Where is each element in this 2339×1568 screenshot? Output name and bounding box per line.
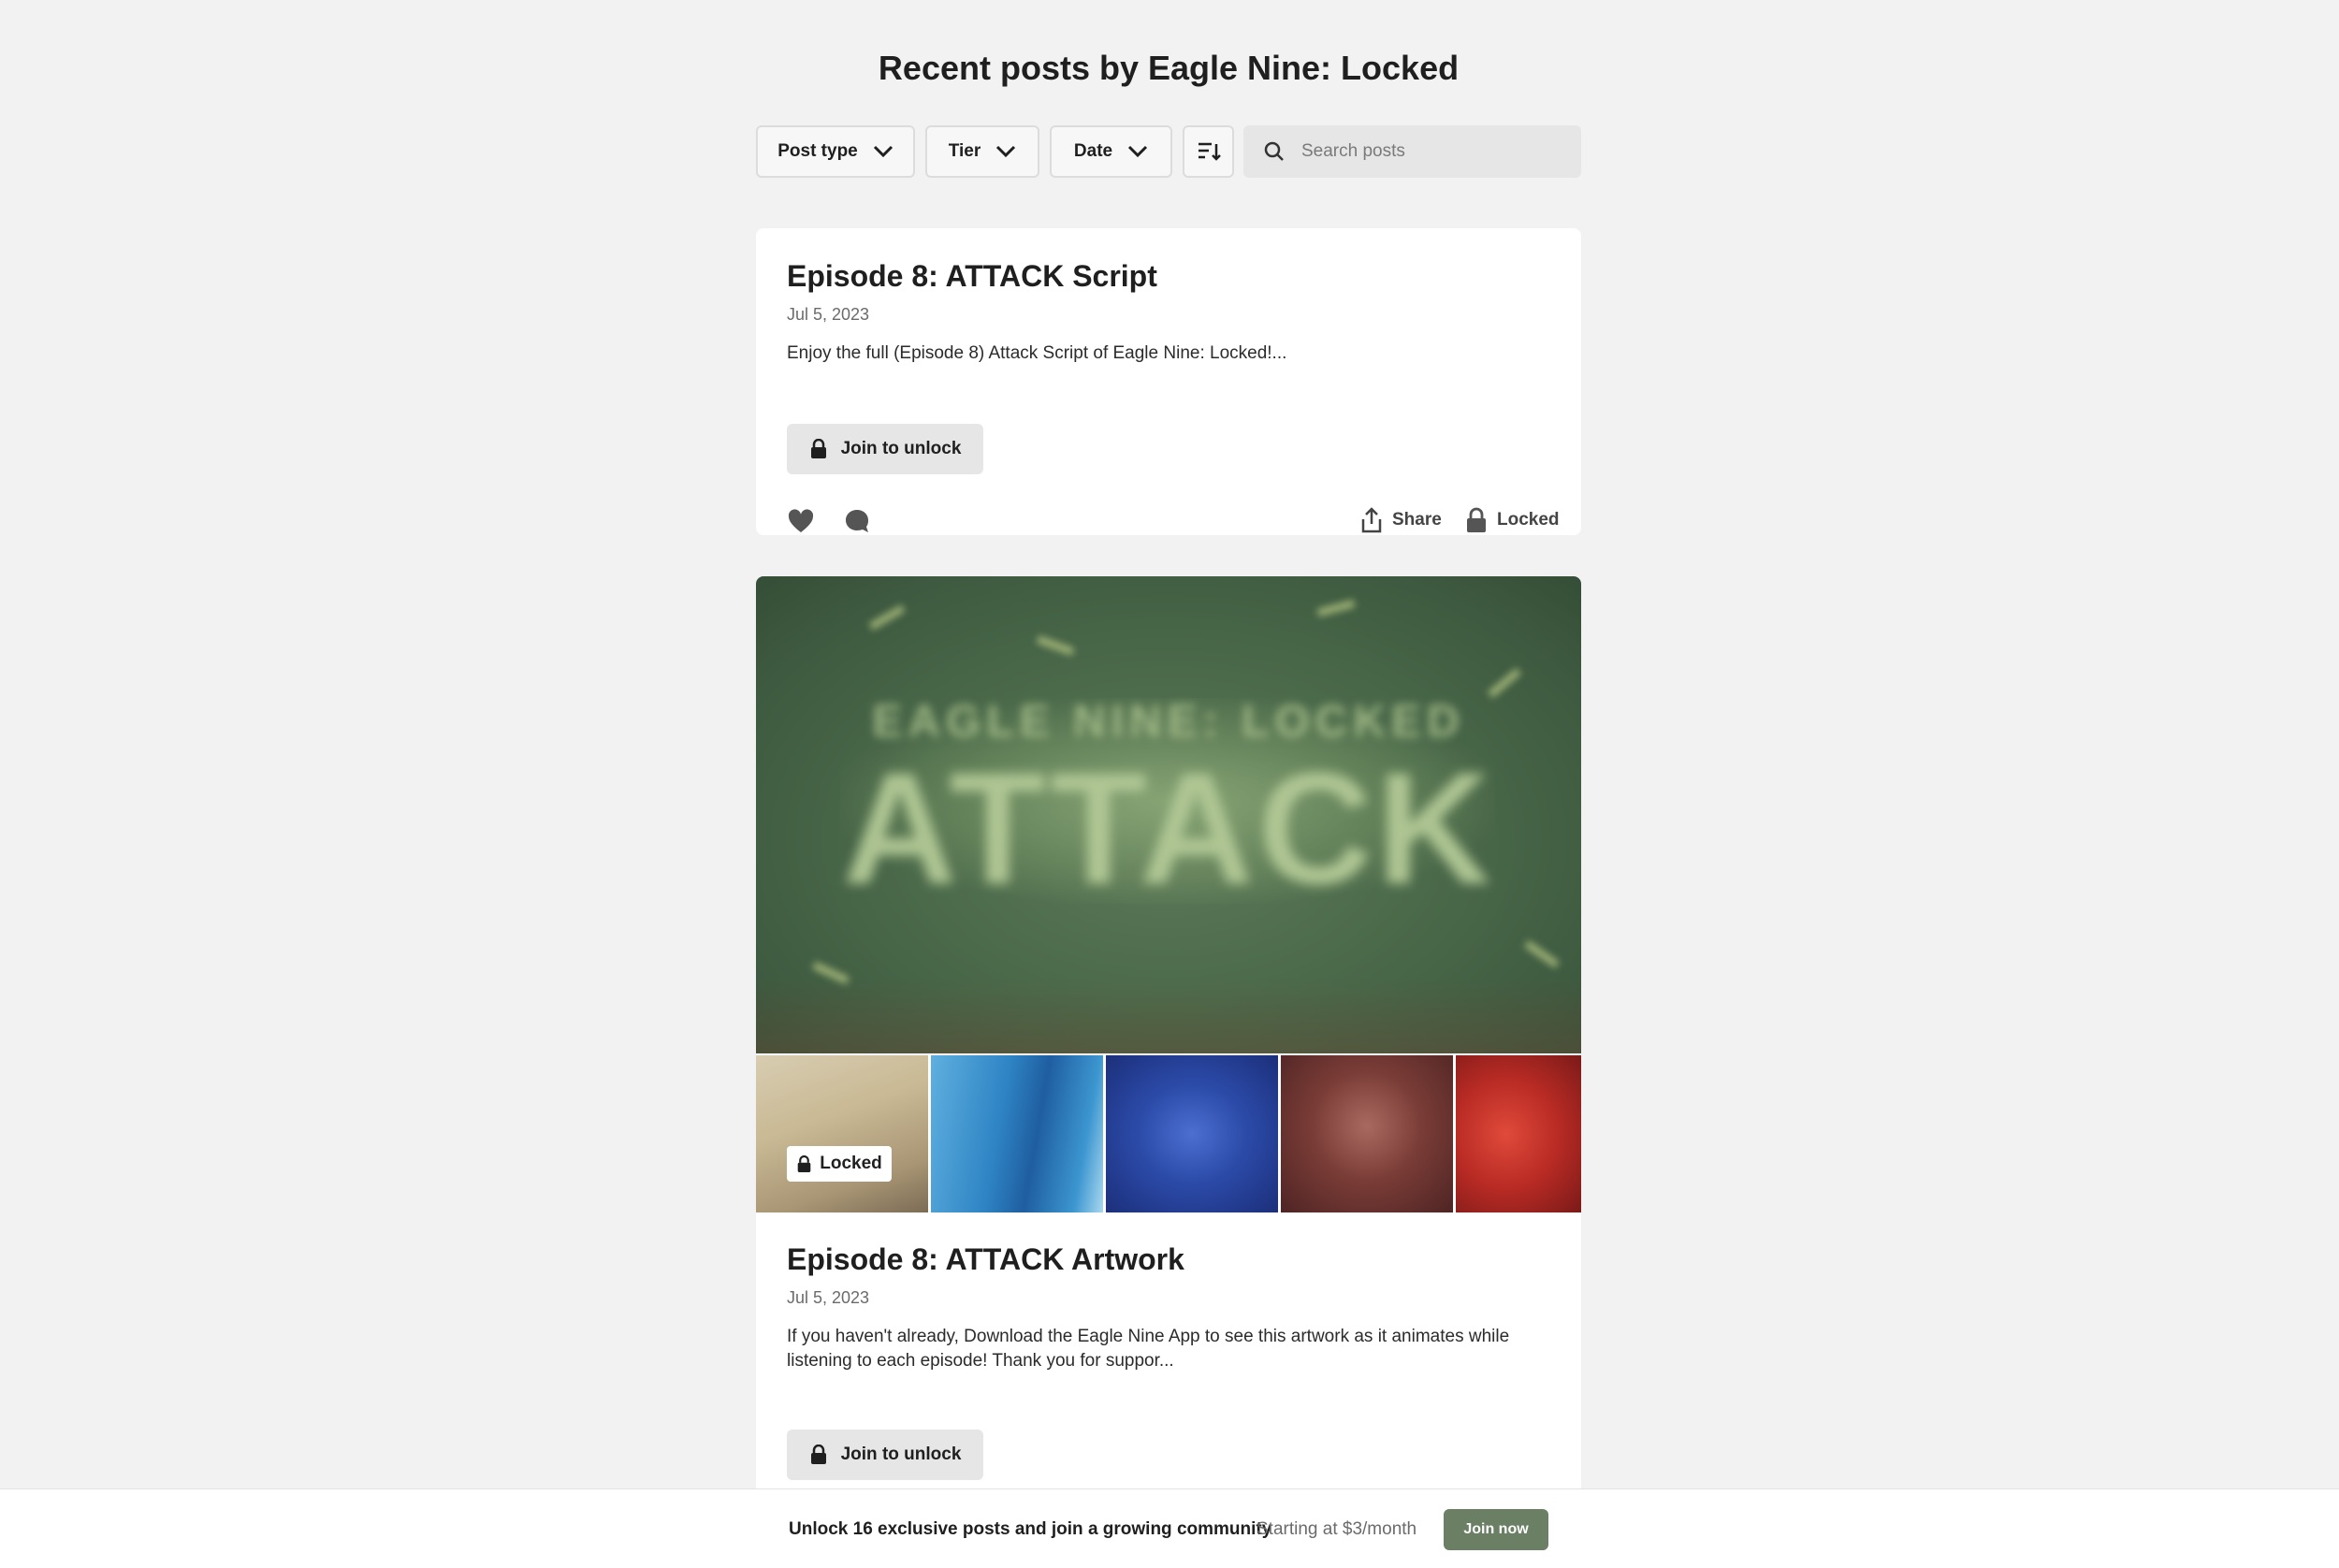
- post-type-filter-button[interactable]: Post type: [756, 125, 915, 178]
- locked-label: Locked: [1497, 510, 1560, 530]
- gallery-locked-label: Locked: [820, 1154, 882, 1173]
- heart-icon[interactable]: [787, 507, 815, 535]
- post-card[interactable]: EAGLE NINE: LOCKED ATTACK Locked Episode: [756, 576, 1581, 1512]
- lock-icon: [1467, 507, 1486, 532]
- chevron-down-icon: [1128, 145, 1148, 158]
- hero-light-streak: [1036, 635, 1075, 656]
- gallery-thumbnails: Locked: [756, 1055, 1581, 1212]
- gallery-thumbnail[interactable]: [1106, 1055, 1278, 1212]
- hero-bottom-shade: [756, 979, 1581, 1053]
- chevron-down-icon: [873, 145, 893, 158]
- join-to-unlock-label: Join to unlock: [840, 1445, 962, 1464]
- post-hero-image[interactable]: EAGLE NINE: LOCKED ATTACK: [756, 576, 1581, 1053]
- sort-button[interactable]: [1183, 125, 1234, 178]
- date-filter-label: Date: [1073, 141, 1113, 161]
- locked-status: Locked: [1465, 507, 1560, 533]
- post-title[interactable]: Episode 8: ATTACK Script: [787, 259, 1550, 294]
- post-card[interactable]: Episode 8: ATTACK Script Jul 5, 2023 Enj…: [756, 228, 1581, 535]
- join-to-unlock-label: Join to unlock: [840, 439, 962, 458]
- filter-bar: Post type Tier Date: [756, 125, 1581, 178]
- lock-icon: [810, 439, 826, 458]
- post-type-filter-label: Post type: [777, 141, 858, 161]
- post-excerpt: Enjoy the full (Episode 8) Attack Script…: [787, 343, 1287, 363]
- sort-icon: [1198, 142, 1221, 161]
- lock-icon: [810, 1445, 826, 1464]
- lock-icon: [797, 1154, 811, 1172]
- share-label: Share: [1392, 510, 1442, 530]
- tier-filter-label: Tier: [948, 141, 981, 161]
- gallery-locked-badge: Locked: [787, 1146, 892, 1182]
- hero-light-streak: [868, 604, 906, 631]
- gallery-thumbnail[interactable]: [1281, 1055, 1453, 1212]
- search-input[interactable]: [1301, 141, 1563, 162]
- comment-icon[interactable]: [843, 507, 871, 535]
- chevron-down-icon: [996, 145, 1016, 158]
- join-now-button[interactable]: Join now: [1444, 1509, 1548, 1550]
- gallery-thumbnail[interactable]: Locked: [756, 1055, 928, 1212]
- join-footer-bar: Unlock 16 exclusive posts and join a gro…: [0, 1488, 2339, 1568]
- gallery-thumbnail[interactable]: [1456, 1055, 1581, 1212]
- search-icon: [1264, 141, 1284, 161]
- share-button[interactable]: Share: [1360, 507, 1442, 533]
- post-date: Jul 5, 2023: [787, 1288, 870, 1307]
- join-to-unlock-button[interactable]: Join to unlock: [787, 424, 983, 474]
- page-title: Recent posts by Eagle Nine: Locked: [878, 49, 1460, 87]
- search-field[interactable]: [1243, 125, 1581, 178]
- tier-filter-button[interactable]: Tier: [925, 125, 1039, 178]
- join-to-unlock-button[interactable]: Join to unlock: [787, 1430, 983, 1480]
- post-body: Episode 8: ATTACK Artwork Jul 5, 2023 If…: [787, 1242, 1550, 1512]
- share-icon: [1361, 507, 1382, 533]
- hero-light-streak: [1316, 599, 1356, 617]
- post-title[interactable]: Episode 8: ATTACK Artwork: [787, 1242, 1550, 1277]
- gallery-thumbnail[interactable]: [931, 1055, 1103, 1212]
- post-excerpt: If you haven't already, Download the Eag…: [787, 1327, 1510, 1371]
- post-actions: Share Locked: [787, 507, 1560, 535]
- post-date: Jul 5, 2023: [787, 305, 870, 324]
- footer-price-text: Starting at $3/month: [1257, 1519, 1417, 1539]
- post-body: Episode 8: ATTACK Script Jul 5, 2023 Enj…: [787, 259, 1560, 535]
- hero-light-streak: [1488, 668, 1521, 698]
- hero-light-streak: [1524, 940, 1560, 968]
- footer-promo-text: Unlock 16 exclusive posts and join a gro…: [789, 1519, 1272, 1539]
- date-filter-button[interactable]: Date: [1050, 125, 1172, 178]
- hero-title-text: ATTACK: [842, 740, 1495, 918]
